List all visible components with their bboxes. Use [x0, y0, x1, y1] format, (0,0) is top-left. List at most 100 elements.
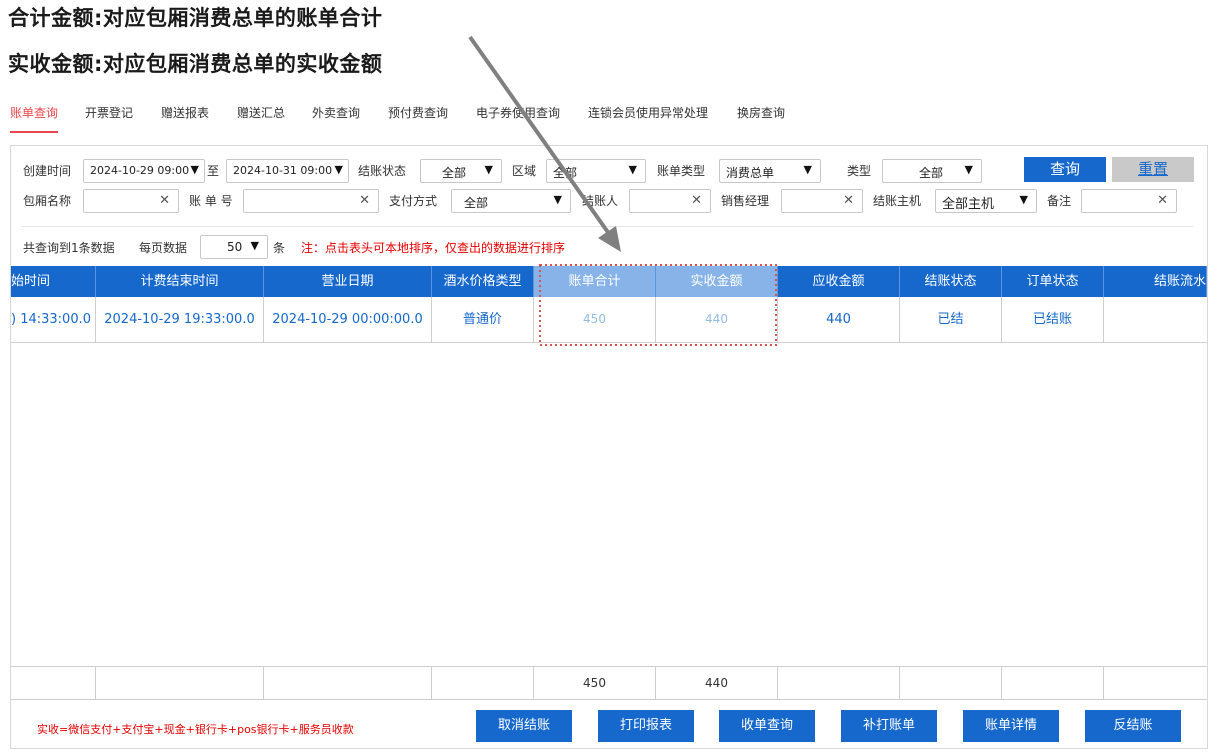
col-order-status[interactable]: 订单状态 — [1002, 266, 1104, 297]
create-to-value: 2024-10-31 09:00 — [233, 164, 333, 177]
sales-manager-input[interactable]: ✕ — [781, 189, 863, 213]
col-receivable-amount[interactable]: 应收金额 — [778, 266, 900, 297]
bill-type-select[interactable]: 消费总单 ▼ — [719, 159, 821, 183]
col-bill-end-time[interactable]: 计费结束时间 — [96, 266, 264, 297]
host-label: 结账主机 — [873, 194, 922, 208]
tab-takeout-query[interactable]: 外卖查询 — [312, 105, 360, 131]
type-label: 类型 — [847, 164, 872, 178]
annotation-note-total: 合计金额:对应包厢消费总单的账单合计 — [8, 6, 383, 30]
col-drink-price-type[interactable]: 酒水价格类型 — [432, 266, 534, 297]
col-bill-total[interactable]: 账单合计 — [534, 266, 656, 297]
per-page-select[interactable]: 50 ▼ — [200, 235, 268, 259]
create-to-select[interactable]: 2024-10-31 09:00 ▼ — [226, 159, 349, 183]
area-label: 区域 — [512, 164, 537, 178]
chevron-down-icon: ▼ — [484, 163, 493, 176]
footer-cell — [11, 667, 96, 699]
type-select[interactable]: 全部 ▼ — [882, 159, 982, 183]
table-footer: 450 440 — [11, 666, 1207, 700]
pay-method-select[interactable]: 全部 ▼ — [451, 189, 571, 213]
chevron-down-icon: ▼ — [553, 193, 562, 206]
tab-ecoupon-query[interactable]: 电子券使用查询 — [476, 105, 560, 131]
chevron-down-icon: ▼ — [803, 163, 812, 176]
col-business-date[interactable]: 营业日期 — [264, 266, 432, 297]
query-button[interactable]: 查询 — [1024, 157, 1106, 182]
bill-type-value: 消费总单 — [726, 166, 775, 180]
tab-invoice-register[interactable]: 开票登记 — [85, 105, 133, 131]
table-header: 始时间 计费结束时间 营业日期 酒水价格类型 账单合计 实收金额 应收金额 结账… — [11, 266, 1207, 297]
receipt-query-button[interactable]: 收单查询 — [719, 710, 815, 742]
tab-bill-query[interactable]: 账单查询 — [10, 105, 59, 133]
area-value: 全部 — [553, 166, 578, 180]
cell-business-date: 2024-10-29 00:00:00.0 — [264, 297, 432, 342]
cell-received-amount: 440 — [656, 297, 778, 342]
print-report-button[interactable]: 打印报表 — [598, 710, 694, 742]
create-from-value: 2024-10-29 09:00 — [90, 164, 190, 177]
tab-gift-summary[interactable]: 赠送汇总 — [237, 105, 285, 131]
col-start-time[interactable]: 始时间 — [11, 266, 96, 297]
chevron-down-icon: ▼ — [964, 163, 973, 176]
tab-gift-report[interactable]: 赠送报表 — [161, 105, 209, 131]
cell-order-status: 已结账 — [1002, 297, 1104, 342]
area-select[interactable]: 全部 ▼ — [546, 159, 646, 183]
clear-icon[interactable]: ✕ — [159, 193, 170, 208]
cell-settle-status: 已结 — [900, 297, 1002, 342]
room-name-input[interactable]: ✕ — [83, 189, 179, 213]
footer-received-amount: 440 — [656, 667, 778, 699]
col-settle-status[interactable]: 结账状态 — [900, 266, 1002, 297]
per-page-label: 每页数据 — [139, 241, 188, 255]
footer-cell — [1002, 667, 1104, 699]
remark-input[interactable]: ✕ — [1081, 189, 1177, 213]
bill-table: 始时间 计费结束时间 营业日期 酒水价格类型 账单合计 实收金额 应收金额 结账… — [11, 266, 1207, 750]
bill-no-input[interactable]: ✕ — [243, 189, 379, 213]
settle-status-select[interactable]: 全部 ▼ — [420, 159, 502, 183]
room-name-label: 包厢名称 — [23, 194, 72, 208]
cell-drink-price-type: 普通价 — [432, 297, 534, 342]
clear-icon[interactable]: ✕ — [843, 193, 854, 208]
chevron-down-icon: ▼ — [1019, 193, 1028, 206]
annotation-note-received: 实收金额:对应包厢消费总单的实收金额 — [8, 52, 383, 76]
main-panel: 创建时间 2024-10-29 09:00 ▼ 至 2024-10-31 09:… — [10, 145, 1208, 749]
result-count: 共查询到1条数据 — [23, 241, 115, 255]
cell-receivable-amount: 440 — [778, 297, 900, 342]
chevron-down-icon: ▼ — [250, 239, 259, 252]
sales-manager-label: 销售经理 — [721, 194, 770, 208]
host-select[interactable]: 全部主机 ▼ — [935, 189, 1037, 213]
footer-bill-total: 450 — [534, 667, 656, 699]
per-page-unit: 条 — [273, 241, 286, 255]
cancel-settle-button[interactable]: 取消结账 — [476, 710, 572, 742]
settle-status-label: 结账状态 — [358, 164, 407, 178]
cashier-input[interactable]: ✕ — [629, 189, 711, 213]
bill-detail-button[interactable]: 账单详情 — [963, 710, 1059, 742]
footer-cell — [432, 667, 534, 699]
footer-cell — [778, 667, 900, 699]
cashier-label: 结账人 — [582, 194, 619, 208]
per-page-value: 50 — [227, 240, 243, 254]
tab-room-change-query[interactable]: 换房查询 — [737, 105, 785, 131]
footer-cell — [1104, 667, 1207, 699]
cell-bill-total: 450 — [534, 297, 656, 342]
cell-start-time: ) 14:33:00.0 — [11, 297, 96, 342]
clear-icon[interactable]: ✕ — [359, 193, 370, 208]
create-from-select[interactable]: 2024-10-29 09:00 ▼ — [83, 159, 205, 183]
tab-bar: 账单查询 开票登记 赠送报表 赠送汇总 外卖查询 预付费查询 电子券使用查询 连… — [0, 105, 1218, 133]
clear-icon[interactable]: ✕ — [1157, 193, 1168, 208]
sort-hint: 注：点击表头可本地排序，仅查出的数据进行排序 — [301, 241, 566, 255]
host-value: 全部主机 — [942, 197, 995, 212]
reset-button[interactable]: 重置 — [1112, 157, 1194, 182]
tab-member-exception[interactable]: 连锁会员使用异常处理 — [588, 105, 708, 131]
clear-icon[interactable]: ✕ — [691, 193, 702, 208]
divider — [21, 226, 1193, 227]
chevron-down-icon: ▼ — [334, 163, 343, 176]
bill-no-label: 账 单 号 — [189, 194, 233, 208]
col-received-amount[interactable]: 实收金额 — [656, 266, 778, 297]
reprint-bill-button[interactable]: 补打账单 — [841, 710, 937, 742]
settle-status-value: 全部 — [442, 166, 467, 180]
col-settle-serial[interactable]: 结账流水 — [1104, 266, 1207, 297]
chevron-down-icon: ▼ — [190, 163, 199, 176]
table-row[interactable]: ) 14:33:00.0 2024-10-29 19:33:00.0 2024-… — [11, 297, 1207, 343]
create-time-label: 创建时间 — [23, 164, 72, 178]
pay-method-label: 支付方式 — [389, 194, 438, 208]
tab-prepaid-query[interactable]: 预付费查询 — [388, 105, 448, 131]
bill-type-label: 账单类型 — [657, 164, 706, 178]
reverse-settle-button[interactable]: 反结账 — [1085, 710, 1181, 742]
